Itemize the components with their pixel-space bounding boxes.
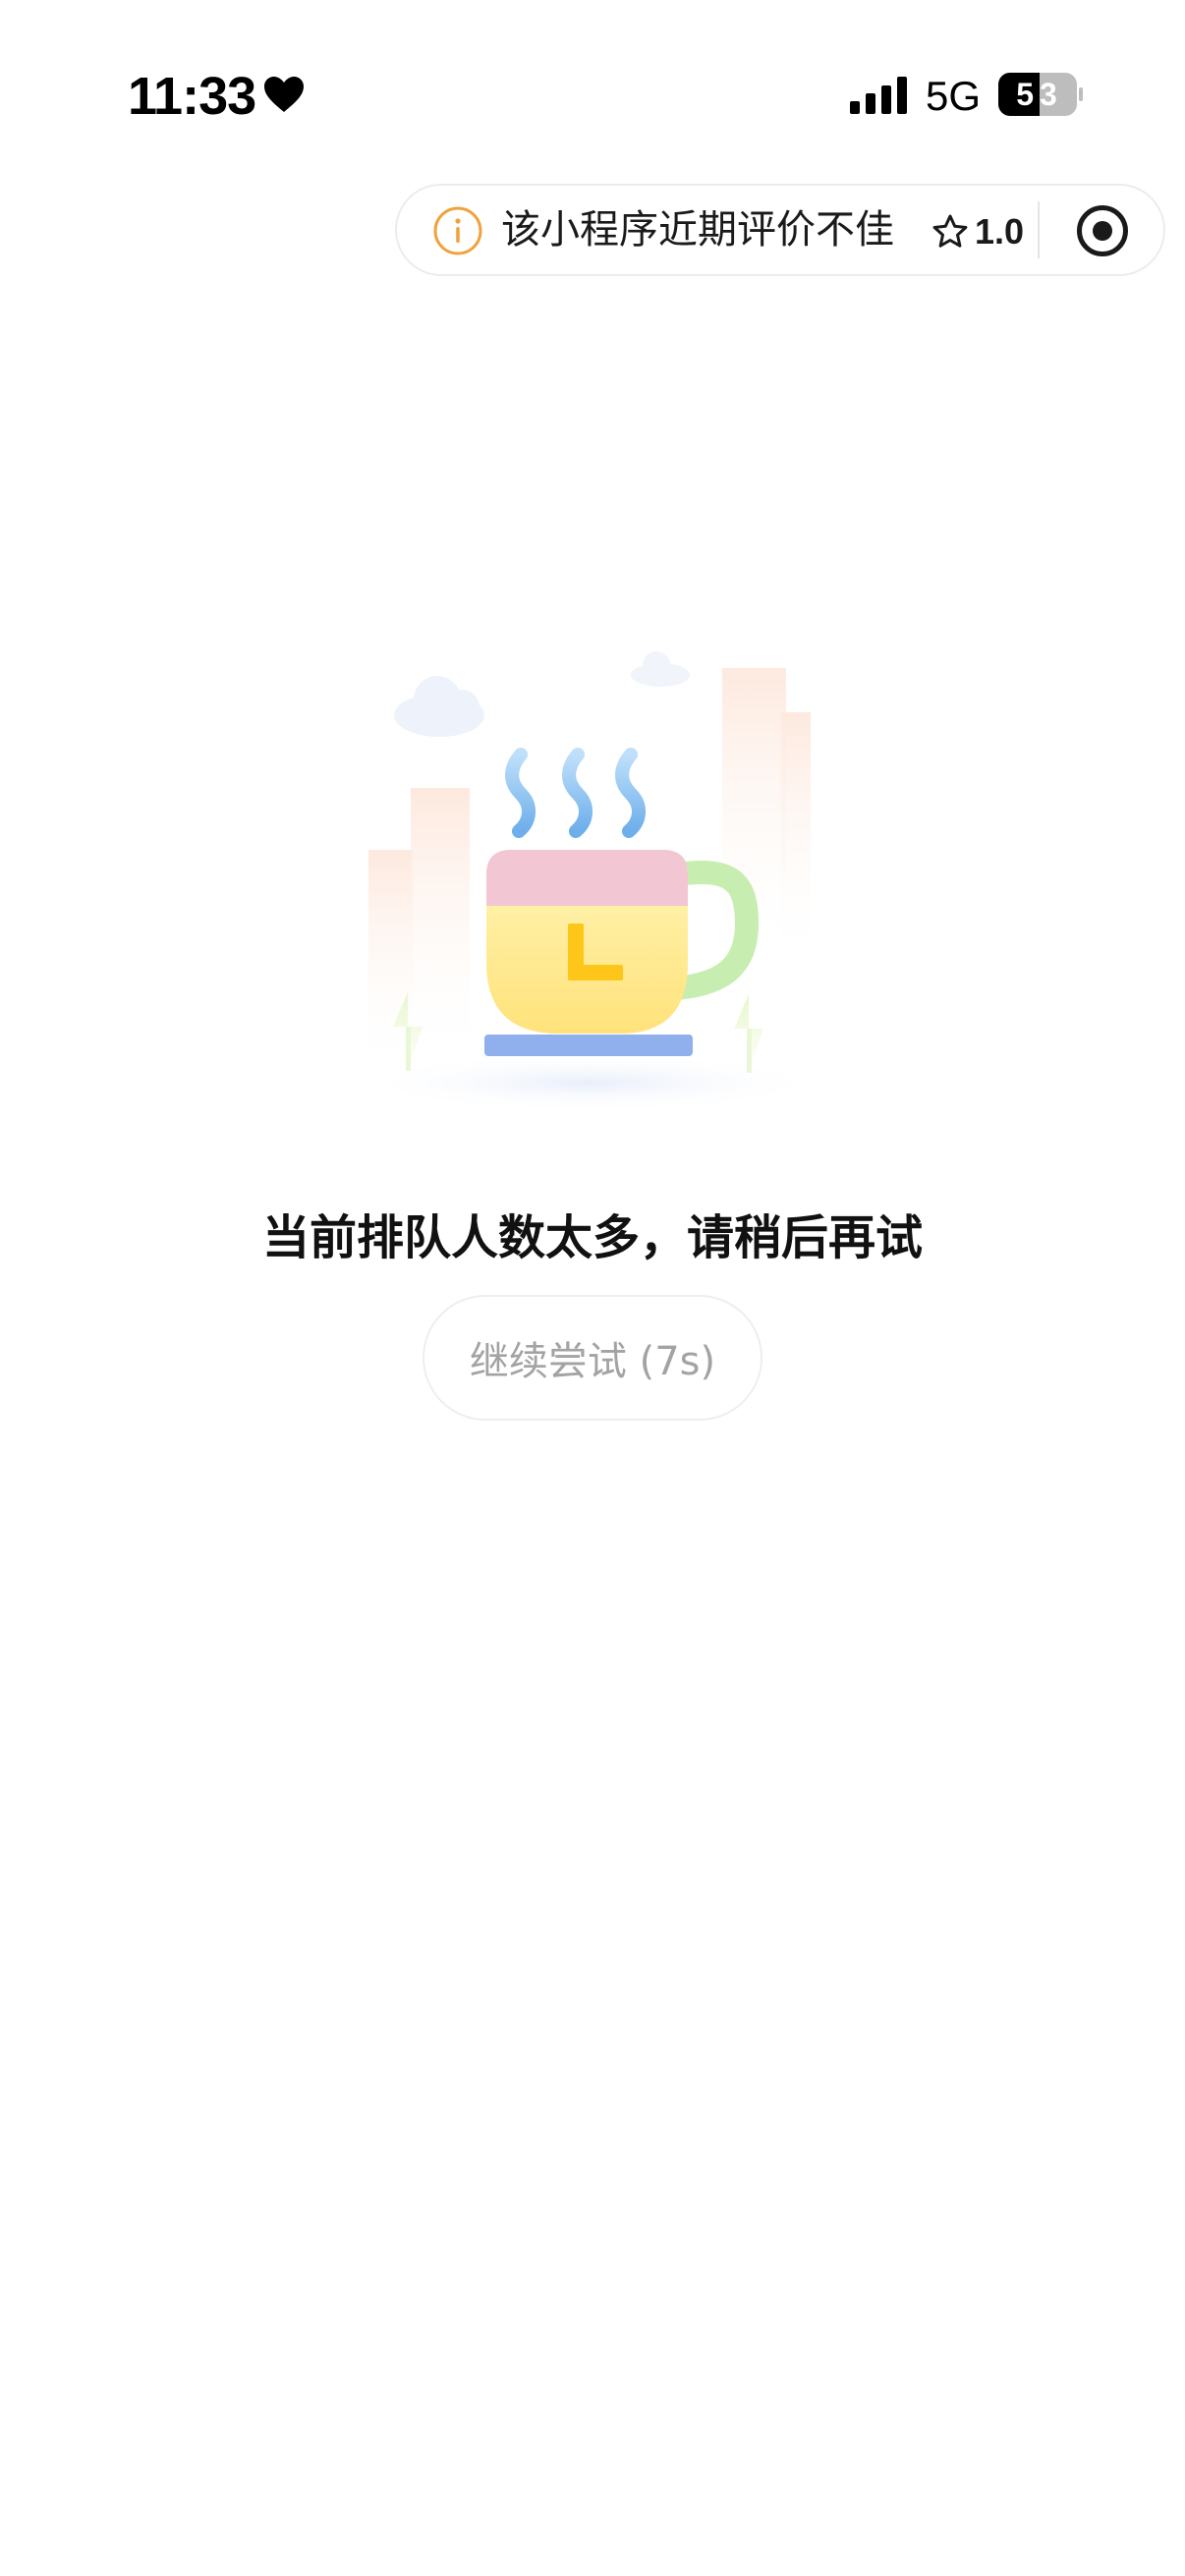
heart-icon — [264, 77, 304, 112]
retry-button[interactable]: 继续尝试 (7s) — [423, 1295, 762, 1421]
star-outline-icon — [932, 214, 968, 248]
status-time: 11:33 — [128, 67, 256, 126]
rating-warning-text[interactable]: 该小程序近期评价不佳 — [501, 202, 894, 257]
record-target-icon[interactable] — [1075, 203, 1130, 258]
capsule-divider — [1038, 201, 1040, 258]
network-type: 5G — [926, 73, 982, 119]
info-circle-icon[interactable] — [432, 205, 483, 256]
coffee-cup-waiting-illustration — [354, 651, 825, 1112]
queue-busy-message: 当前排队人数太多，请稍后再试 — [261, 1210, 923, 1265]
cellular-signal-icon — [850, 77, 907, 114]
rating-value[interactable]: 1.0 — [975, 206, 1024, 257]
status-bar: 11:33 5G 53 — [0, 0, 1185, 187]
battery-level: 53 — [1016, 77, 1063, 112]
mini-program-page: 11:33 5G 53 该小程序近期评价不佳 1.0 当前排队人数太多，请稍后再… — [0, 0, 1185, 2576]
